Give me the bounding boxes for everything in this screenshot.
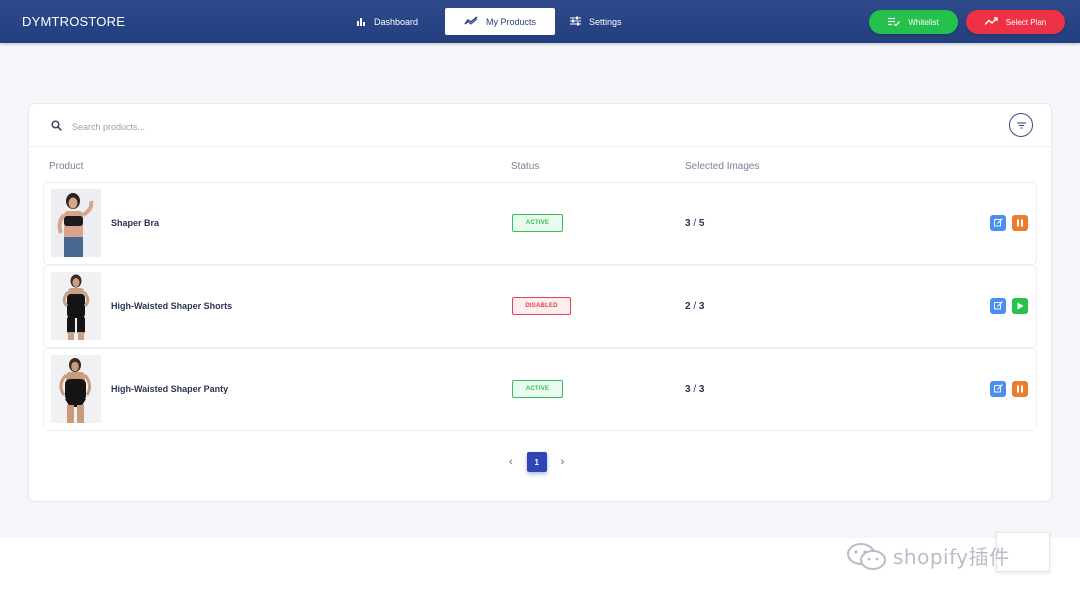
top-navigation-bar: DYMTROSTORE Dashboard My Products Settin… xyxy=(0,0,1080,43)
edit-button[interactable] xyxy=(990,298,1006,314)
selected-images-count: 3 / 5 xyxy=(685,218,705,229)
table-row[interactable]: High-Waisted Shaper Shorts DISABLED 2 / … xyxy=(43,265,1037,348)
product-image xyxy=(51,189,101,257)
search-bar xyxy=(51,118,374,136)
pause-icon xyxy=(1016,214,1024,232)
brand-name: DYMTROSTORE xyxy=(22,14,126,29)
table-row[interactable]: High-Waisted Shaper Panty ACTIVE 3 / 3 xyxy=(43,348,1037,431)
select-plan-button[interactable]: Select Plan xyxy=(966,10,1065,34)
nav-settings-label: Settings xyxy=(589,16,622,27)
column-header-product: Product xyxy=(49,161,84,172)
filter-button[interactable] xyxy=(1009,113,1033,137)
whitelist-label: Whitelist xyxy=(908,17,939,27)
pagination: ‹ 1 › xyxy=(509,452,564,472)
watermark: shopify插件 xyxy=(845,540,1010,577)
edit-icon xyxy=(993,297,1003,315)
edit-icon xyxy=(993,214,1003,232)
list-check-icon xyxy=(888,17,901,28)
total-count: 3 xyxy=(698,301,705,312)
nav-my-products-label: My Products xyxy=(485,16,536,27)
product-name[interactable]: High-Waisted Shaper Shorts xyxy=(111,301,232,311)
selected-count: 3 xyxy=(685,218,691,229)
product-name[interactable]: Shaper Bra xyxy=(111,218,159,228)
column-header-selected-images: Selected Images xyxy=(685,161,760,172)
product-image xyxy=(51,272,101,340)
play-button[interactable] xyxy=(1012,298,1028,314)
edit-button[interactable] xyxy=(990,381,1006,397)
next-page-button[interactable]: › xyxy=(561,456,565,468)
products-card: Product Status Selected Images Shaper Br… xyxy=(28,103,1052,502)
prev-page-button[interactable]: ‹ xyxy=(509,456,513,468)
nav-settings[interactable]: Settings xyxy=(570,8,622,35)
filter-icon xyxy=(1016,116,1026,134)
divider xyxy=(29,146,1051,147)
status-badge: DISABLED xyxy=(512,297,571,315)
total-count: 3 xyxy=(698,384,705,395)
wechat-icon xyxy=(845,540,889,577)
edit-icon xyxy=(993,380,1003,398)
bar-chart-icon xyxy=(356,16,366,28)
search-input[interactable] xyxy=(70,121,374,133)
sliders-icon xyxy=(570,16,581,28)
selected-count: 2 xyxy=(685,301,691,312)
edit-button[interactable] xyxy=(990,215,1006,231)
status-badge: ACTIVE xyxy=(512,380,563,398)
selected-images-count: 3 / 3 xyxy=(685,384,705,395)
pause-icon xyxy=(1016,380,1024,398)
column-header-status: Status xyxy=(511,161,540,172)
selected-count: 3 xyxy=(685,384,691,395)
whitelist-button[interactable]: Whitelist xyxy=(869,10,958,34)
nav-my-products[interactable]: My Products xyxy=(445,8,555,35)
total-count: 5 xyxy=(698,218,705,229)
status-badge: ACTIVE xyxy=(512,214,563,232)
select-plan-label: Select Plan xyxy=(1005,17,1047,27)
play-icon xyxy=(1016,297,1024,315)
selected-images-count: 2 / 3 xyxy=(685,301,705,312)
table-row[interactable]: Shaper Bra ACTIVE 3 / 5 xyxy=(43,182,1037,265)
product-name[interactable]: High-Waisted Shaper Panty xyxy=(111,384,228,394)
nav-dashboard-label: Dashboard xyxy=(374,16,419,27)
nav-dashboard[interactable]: Dashboard xyxy=(356,8,418,35)
pause-button[interactable] xyxy=(1012,381,1028,397)
product-image xyxy=(51,355,101,423)
pause-button[interactable] xyxy=(1012,215,1028,231)
trend-icon xyxy=(464,16,478,27)
watermark-text: shopify插件 xyxy=(893,545,1010,569)
page-number-button[interactable]: 1 xyxy=(526,452,547,472)
search-icon xyxy=(51,118,62,136)
trending-up-icon xyxy=(984,17,998,27)
